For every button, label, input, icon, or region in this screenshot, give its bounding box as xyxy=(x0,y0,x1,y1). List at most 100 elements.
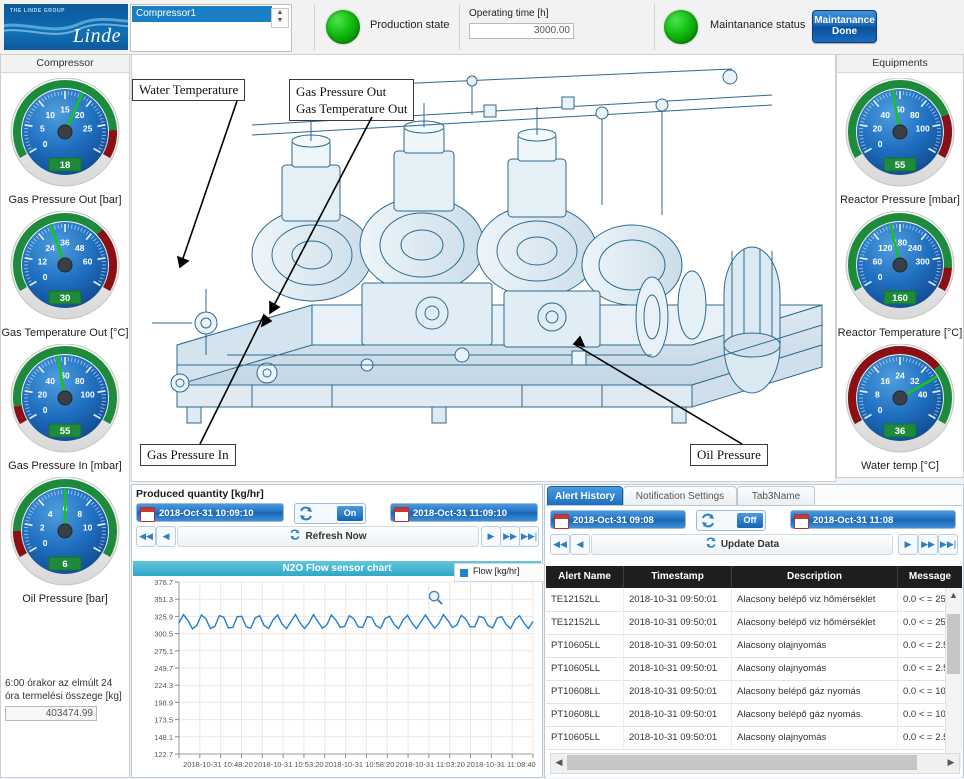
svg-text:4: 4 xyxy=(48,509,53,519)
alert-autorefresh-state[interactable]: Off xyxy=(737,513,763,528)
tab-tab3name[interactable]: Tab3Name xyxy=(737,486,815,506)
svg-text:40: 40 xyxy=(918,390,928,400)
callout-gas-temperature-out-text: Gas Temperature Out xyxy=(296,101,407,116)
gauge-label-right-0: Reactor Pressure [mbar] xyxy=(837,194,963,206)
svg-text:100: 100 xyxy=(916,124,930,134)
alert-autorefresh-toggle[interactable]: Off xyxy=(696,510,766,531)
chart-nav-last-button[interactable]: ▶▶| xyxy=(519,526,539,547)
compressor-selector[interactable]: Compressor1 ▲▼ xyxy=(130,4,292,52)
svg-text:24: 24 xyxy=(45,243,55,253)
svg-text:100: 100 xyxy=(81,390,95,400)
svg-text:5: 5 xyxy=(40,124,45,134)
alert-vertical-scroll-thumb[interactable] xyxy=(947,614,960,674)
alert-nav-prev-button[interactable]: ◀ xyxy=(570,534,590,555)
equipments-gauge-list: 02040608010055Reactor Pressure [mbar] 06… xyxy=(837,78,963,472)
svg-text:0: 0 xyxy=(878,272,883,282)
callout-gas-out: Gas Pressure Out Gas Temperature Out xyxy=(289,79,414,121)
chevron-down-icon[interactable]: ▲▼ xyxy=(271,8,289,28)
operating-time-value: 3000.00 xyxy=(469,23,574,39)
table-row[interactable]: PT10608LL2018-10-31 09:50:01Alacsony bel… xyxy=(546,703,962,727)
divider xyxy=(654,4,655,50)
cell-description: Alacsony belépő gáz nyomás. xyxy=(732,703,898,726)
chart-nav-first-button[interactable]: ◀◀ xyxy=(136,526,156,547)
scroll-up-icon[interactable]: ▲ xyxy=(947,589,960,602)
chart-nav-next-button[interactable]: ▶ xyxy=(481,526,501,547)
cell-description: Alacsony belépő viz hőmérséklet xyxy=(732,588,898,611)
daily-production-value: 403474.99 xyxy=(5,706,97,721)
chart-autorefresh-state[interactable]: On xyxy=(337,506,363,521)
zoom-icon[interactable] xyxy=(428,590,443,605)
svg-text:351.3: 351.3 xyxy=(154,595,173,604)
svg-text:40: 40 xyxy=(880,110,890,120)
svg-text:0: 0 xyxy=(878,405,883,415)
chart-start-datetime-button[interactable]: 2018-Oct-31 10:09:10 xyxy=(136,503,284,522)
alert-nav-next-button[interactable]: ▶ xyxy=(898,534,918,555)
alert-start-datetime-button[interactable]: 2018-Oct-31 09:08 xyxy=(550,510,686,529)
scroll-right-icon[interactable]: ▶ xyxy=(944,755,958,770)
svg-text:20: 20 xyxy=(873,124,883,134)
svg-text:0: 0 xyxy=(878,139,883,149)
svg-text:20: 20 xyxy=(38,390,48,400)
table-row[interactable]: TE12152LL2018-10-31 09:50:01Alacsony bel… xyxy=(546,611,962,635)
maintenance-group: Maintanance status Maintanance Done xyxy=(658,4,958,50)
alert-body: 2018-Oct-31 09:08 Off 2018-Oct-31 11:08 xyxy=(546,505,962,778)
refresh-icon xyxy=(289,529,301,541)
alert-horizontal-scrollbar[interactable]: ◀ ▶ xyxy=(550,753,960,774)
svg-text:2: 2 xyxy=(40,523,45,533)
production-state-group: Production state xyxy=(318,4,458,50)
alert-update-label: Update Data xyxy=(721,539,779,550)
tab-alert-history[interactable]: Alert History xyxy=(547,486,623,506)
column-header-message[interactable]: Message xyxy=(898,566,962,588)
chart-daterange-row: 2018-Oct-31 10:09:10 On 2018-Oct-31 11:0… xyxy=(136,503,538,523)
cell-alert-name: TE12152LL xyxy=(546,611,624,634)
alert-daterange-row: 2018-Oct-31 09:08 Off 2018-Oct-31 11:08 xyxy=(550,510,956,530)
table-row[interactable]: PT10605LL2018-10-31 09:50:01Alacsony ola… xyxy=(546,634,962,658)
chart-nav-fast-button[interactable]: ▶▶ xyxy=(500,526,520,547)
table-row[interactable]: TE12152LL2018-10-31 09:50:01Alacsony bel… xyxy=(546,588,962,612)
column-header-timestamp[interactable]: Timestamp xyxy=(624,566,732,588)
alert-update-button[interactable]: Update Data xyxy=(591,534,893,555)
alert-nav-first-button[interactable]: ◀◀ xyxy=(550,534,570,555)
chart-autorefresh-toggle[interactable]: On xyxy=(294,503,366,524)
svg-text:18: 18 xyxy=(60,160,71,171)
table-row[interactable]: PT10605LL2018-10-31 09:50:01Alacsony ola… xyxy=(546,657,962,681)
alert-vertical-scrollbar[interactable]: ▲ ▼ xyxy=(945,588,961,768)
column-header-description[interactable]: Description xyxy=(732,566,898,588)
table-row[interactable]: PT10605LL2018-10-31 09:50:01Alacsony ola… xyxy=(546,726,962,750)
gauge-block-left-2: 02040608010055Gas Pressure In [mbar] xyxy=(1,344,129,472)
alert-end-datetime-button[interactable]: 2018-Oct-31 11:08 xyxy=(790,510,956,529)
svg-text:240: 240 xyxy=(908,243,922,253)
production-state-label: Production state xyxy=(370,19,450,31)
chart-refresh-button[interactable]: Refresh Now xyxy=(177,526,479,547)
svg-text:376.7: 376.7 xyxy=(154,578,173,587)
svg-text:0: 0 xyxy=(43,139,48,149)
cell-description: Alacsony belépő gáz nyomás xyxy=(732,680,898,703)
svg-text:2018-10-31 10:48:20: 2018-10-31 10:48:20 xyxy=(183,760,253,769)
svg-text:148.1: 148.1 xyxy=(154,733,173,742)
svg-text:300.5: 300.5 xyxy=(154,630,173,639)
tab-notification-settings[interactable]: Notification Settings xyxy=(623,486,737,506)
cell-timestamp: 2018-10-31 09:50:01 xyxy=(624,680,732,703)
alert-nav-last-button[interactable]: ▶▶| xyxy=(938,534,958,555)
svg-text:224.3: 224.3 xyxy=(154,681,173,690)
column-header-alert-name[interactable]: Alert Name xyxy=(546,566,624,588)
legend-swatch xyxy=(460,569,468,577)
cell-timestamp: 2018-10-31 09:50:01 xyxy=(624,634,732,657)
maintenance-done-line2: Done xyxy=(832,26,857,37)
maintenance-done-button[interactable]: Maintanance Done xyxy=(812,10,877,43)
alert-nav-fast-button[interactable]: ▶▶ xyxy=(918,534,938,555)
gauge-label-right-1: Reactor Temperature [°C] xyxy=(837,327,963,339)
chart-start-datetime-value: 2018-Oct-31 10:09:10 xyxy=(159,508,254,519)
cell-alert-name: PT10605LL xyxy=(546,657,624,680)
alert-horizontal-scroll-thumb[interactable] xyxy=(567,755,917,770)
chart-end-datetime-button[interactable]: 2018-Oct-31 11:09:10 xyxy=(390,503,538,522)
chart-nav-prev-button[interactable]: ◀ xyxy=(156,526,176,547)
compressor-selected-value[interactable]: Compressor1 xyxy=(132,6,272,22)
daily-production-label: 6:00 órakor az elmúlt 24 óra termelési ö… xyxy=(5,677,125,703)
gauge-0: 051015202518 xyxy=(9,78,121,190)
calendar-icon xyxy=(794,514,809,529)
scroll-left-icon[interactable]: ◀ xyxy=(552,755,566,770)
maintenance-done-line1: Maintanance xyxy=(814,15,875,26)
svg-text:10: 10 xyxy=(45,110,55,120)
table-row[interactable]: PT10608LL2018-10-31 09:50:01Alacsony bel… xyxy=(546,680,962,704)
